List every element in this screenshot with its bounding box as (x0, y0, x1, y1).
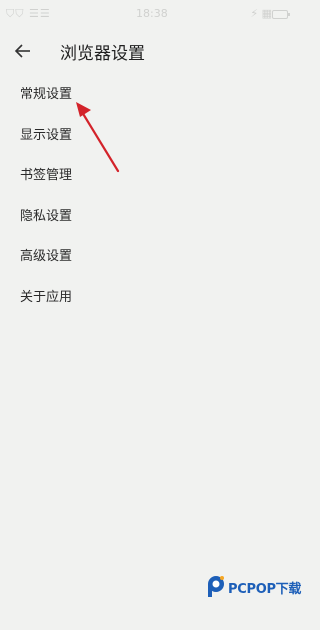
back-button[interactable] (10, 38, 36, 64)
arrow-left-icon (14, 44, 30, 58)
menu-item-general-settings[interactable]: 常规设置 (0, 75, 300, 116)
watermark: PCPOP下载 (206, 574, 301, 600)
menu-item-privacy-settings[interactable]: 隐私设置 (0, 197, 300, 238)
battery-icon (272, 10, 290, 19)
menu-item-advanced-settings[interactable]: 高级设置 (0, 237, 300, 278)
settings-menu: 常规设置 显示设置 书签管理 隐私设置 高级设置 关于应用 (0, 75, 300, 318)
menu-item-about-app[interactable]: 关于应用 (0, 278, 300, 319)
page-title: 浏览器设置 (60, 44, 145, 64)
pcpop-logo-icon (208, 576, 224, 597)
app-header: 浏览器设置 (0, 26, 300, 76)
signal-indicators: ⛉⛉ ☰☰ (6, 7, 51, 20)
menu-item-bookmark-management[interactable]: 书签管理 (0, 156, 300, 197)
status-icons: ⚡ ▦ (250, 7, 272, 20)
menu-item-display-settings[interactable]: 显示设置 (0, 116, 300, 157)
watermark-text: PCPOP下载 (228, 582, 302, 597)
status-bar: ⛉⛉ ☰☰ 18:38 ⚡ ▦ (0, 0, 300, 26)
status-time: 18:38 (136, 7, 168, 20)
